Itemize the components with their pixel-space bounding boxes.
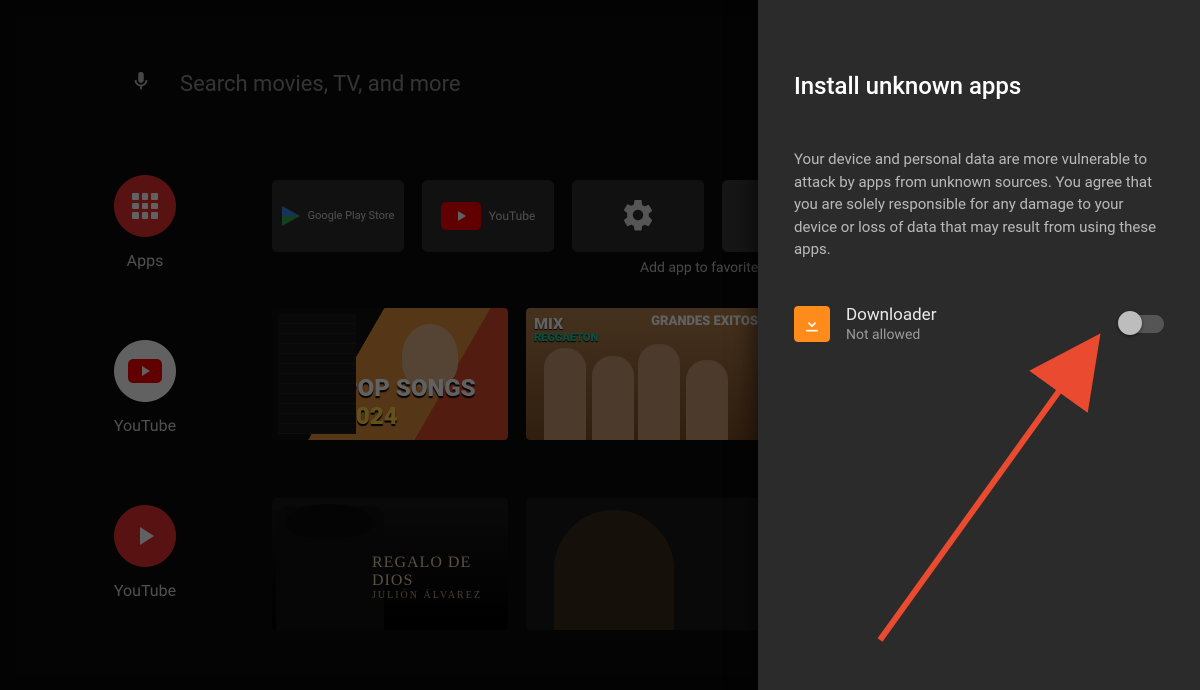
unknown-source-app-row[interactable]: Downloader Not allowed [794, 305, 1164, 343]
tile-settings[interactable] [572, 180, 704, 252]
thumb-badge: GRANDES EXITOS [651, 314, 758, 329]
mic-icon[interactable] [130, 70, 152, 98]
allow-toggle[interactable] [1120, 315, 1164, 333]
nav-youtube-label: YouTube [114, 416, 176, 435]
app-status: Not allowed [846, 327, 1104, 343]
left-nav: Apps YouTube YouTube [90, 175, 200, 600]
install-unknown-apps-panel: Install unknown apps Your device and per… [758, 0, 1200, 690]
thumb-title: REGALO DEDIOS JULIÓN ÁLVAREZ [372, 554, 482, 601]
nav-youtube-alt[interactable]: YouTube [114, 505, 176, 600]
video-thumb[interactable]: MIXREGGAETON GRANDES EXITOS [526, 308, 762, 440]
search-placeholder: Search movies, TV, and more [180, 72, 461, 97]
youtube-icon [114, 340, 176, 402]
thumb-title: POP SONGS 2024 [342, 374, 508, 430]
tile-youtube-label: YouTube [489, 209, 536, 223]
content-row-2: REGALO DEDIOS JULIÓN ÁLVAREZ [272, 498, 762, 630]
nav-apps-label: Apps [127, 251, 164, 270]
app-info: Downloader Not allowed [846, 305, 1104, 343]
thumb-title: MIXREGGAETON [534, 316, 598, 343]
video-thumb[interactable]: REGALO DEDIOS JULIÓN ÁLVAREZ [272, 498, 508, 630]
nav-apps[interactable]: Apps [114, 175, 176, 270]
downloader-app-icon [794, 306, 830, 342]
tile-youtube[interactable]: YouTube [422, 180, 554, 252]
nav-youtube[interactable]: YouTube [114, 340, 176, 435]
app-name: Downloader [846, 305, 1104, 325]
tile-play-store[interactable]: Google Play Store [272, 180, 404, 252]
android-tv-home: Search movies, TV, and more Apps YouTube… [0, 0, 1200, 690]
play-store-icon [282, 206, 300, 226]
toggle-knob [1118, 311, 1142, 335]
youtube-icon [441, 202, 481, 230]
search-row[interactable]: Search movies, TV, and more [130, 70, 461, 98]
apps-icon [114, 175, 176, 237]
tile-play-store-label: Google Play Store [308, 210, 395, 222]
panel-description: Your device and personal data are more v… [794, 148, 1164, 261]
gear-icon [620, 197, 656, 236]
nav-youtube-alt-label: YouTube [114, 581, 176, 600]
panel-title: Install unknown apps [794, 72, 1164, 100]
youtube-play-icon [114, 505, 176, 567]
content-row-1: POP SONGS 2024 MIXREGGAETON GRANDES EXIT… [272, 308, 762, 440]
video-thumb[interactable] [526, 498, 762, 630]
video-thumb[interactable]: POP SONGS 2024 [272, 308, 508, 440]
add-app-caption: Add app to favorites [640, 260, 766, 276]
